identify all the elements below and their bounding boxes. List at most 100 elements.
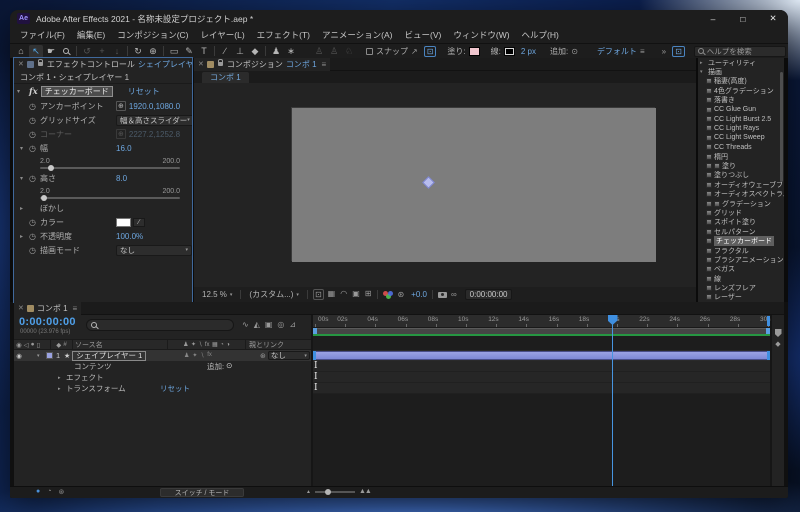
effect-expander-icon[interactable]: ▾ (17, 88, 26, 95)
effects-list-item[interactable]: 楕円 (698, 152, 784, 161)
menu-item-1[interactable]: ファイル(F) (14, 29, 71, 41)
menu-item-5[interactable]: エフェクト(T) (251, 29, 316, 41)
eyedropper-icon[interactable]: ∕ (133, 218, 145, 227)
layer-name[interactable]: シェイプレイヤー 1 (72, 351, 146, 361)
slider-track[interactable] (40, 197, 180, 199)
effects-list-item[interactable]: ベガス (698, 265, 784, 274)
close-tab-icon[interactable]: ✕ (18, 60, 24, 68)
timeline-search-box[interactable] (86, 319, 234, 331)
snap-align-icon[interactable]: ↗ (411, 47, 418, 56)
fill-color-swatch[interactable] (469, 47, 480, 56)
menu-item-7[interactable]: ビュー(V) (399, 29, 448, 41)
effects-list-item[interactable]: オーディオスペクトラム (698, 189, 784, 198)
expander-icon[interactable]: ▸ (58, 375, 66, 381)
layer-shy-icon[interactable]: ♟ (184, 352, 189, 359)
effects-list-item[interactable]: チェッカーボード (698, 236, 784, 245)
expander-icon[interactable]: ▾ (20, 145, 29, 152)
effects-list-item[interactable]: 稲妻(高度) (698, 77, 784, 86)
toolbar-overflow-chevron[interactable]: » (662, 47, 666, 56)
property-value[interactable]: 8.0 (116, 174, 127, 183)
effects-list-item[interactable]: セルパターン (698, 227, 784, 236)
region-of-interest-icon[interactable]: ▣ (351, 289, 361, 300)
close-tab-icon[interactable]: ✕ (18, 304, 24, 312)
layer-quality-icon[interactable]: ∖ (200, 352, 204, 359)
frame-blending-icon[interactable]: ▣ (265, 320, 273, 329)
property-time-row[interactable]: I (313, 361, 770, 372)
brush-tool[interactable]: ∕ (218, 45, 232, 58)
menu-item-8[interactable]: ウィンドウ(W) (447, 29, 515, 41)
layer-fx-icon[interactable]: fx (207, 352, 212, 359)
type-tool[interactable]: T (197, 45, 211, 58)
effects-list-item[interactable]: CC Threads (698, 143, 784, 152)
pickwhip-icon[interactable]: ⊛ (260, 352, 266, 360)
magnification-select[interactable]: 12.5 % ▾ (199, 289, 235, 300)
effects-list-item[interactable]: フラクタル (698, 246, 784, 255)
live-update-icon[interactable]: ● (36, 488, 40, 496)
effects-group-1[interactable]: ▸ユーティリティ (698, 58, 784, 67)
stroke-width-value[interactable]: 2 px (521, 47, 536, 56)
effects-group-2[interactable]: ▾描画 (698, 67, 784, 76)
effects-list-item[interactable]: 線 (698, 274, 784, 283)
draft-3d-icon[interactable]: ◭ (254, 320, 260, 329)
lock-icon[interactable] (218, 62, 223, 66)
anchor-crosshair-icon[interactable]: ⊕ (116, 101, 126, 111)
comp-marker-bin-icon[interactable] (775, 329, 782, 337)
frame-blending-toggle-icon[interactable]: ◔ (47, 488, 51, 496)
effect-reset-link[interactable]: リセット (128, 86, 160, 97)
effects-list-item[interactable]: CC Light Rays (698, 124, 784, 133)
reset-link[interactable]: リセット (160, 383, 190, 394)
close-tab-icon[interactable]: ✕ (198, 60, 204, 68)
quality-column-icon[interactable]: ∖ (199, 341, 203, 348)
fx-badge-icon[interactable]: fx (29, 87, 38, 97)
property-time-row[interactable]: I (313, 372, 770, 383)
add-target-icon[interactable]: ⊙ (571, 47, 578, 56)
effects-list-item[interactable]: オーディオウェーブフォーム (698, 180, 784, 189)
stroke-color-swatch[interactable] (504, 47, 515, 56)
rotation-tool[interactable]: ↻ (131, 45, 145, 58)
effects-list-item[interactable]: レーザー (698, 293, 784, 302)
expander-icon[interactable]: ▸ (58, 386, 66, 392)
property-value[interactable]: 100.0% (116, 232, 143, 241)
group-expander-icon[interactable]: ▾ (700, 69, 706, 75)
layer-duration-bar[interactable] (313, 351, 770, 360)
collapse-column-icon[interactable]: ✦ (191, 341, 196, 348)
eye-column-icon[interactable]: ◉ (16, 341, 22, 349)
comp-timecode[interactable]: 0:00:00:00 (465, 289, 513, 300)
shy-column-icon[interactable]: ♟ (183, 341, 188, 348)
add-property-control[interactable]: 追加:⊙ (207, 361, 232, 372)
effects-list-item[interactable]: グリッド (698, 208, 784, 217)
layer-row[interactable]: ◉ ▾ 1 ★ シェイプレイヤー 1 ♟ ✦ ∖ fx (14, 350, 311, 361)
rectangle-tool[interactable]: ▭ (167, 45, 181, 58)
label-column-icon[interactable]: ◆ (56, 341, 61, 349)
effects-list-item[interactable]: 4色グラデーション (698, 86, 784, 95)
layer-eye-icon[interactable]: ◉ (14, 352, 24, 360)
property-value[interactable]: 1920.0,1080.0 (129, 102, 180, 111)
tab-timeline-comp1[interactable]: ✕ コンポ 1 ≡ (14, 302, 81, 315)
tab-composition[interactable]: ✕ コンポジション コンポ 1 ≡ (194, 58, 330, 71)
3d-column-icon[interactable]: ◑ (226, 342, 230, 348)
lock-icon[interactable] (38, 62, 43, 66)
property-value[interactable]: 16.0 (116, 144, 132, 153)
stopwatch-icon[interactable]: ◷ (29, 174, 40, 183)
work-area-bar[interactable] (313, 328, 770, 336)
minimize-button[interactable]: – (698, 10, 728, 27)
effects-scrollbar[interactable] (780, 72, 783, 182)
menu-item-6[interactable]: アニメーション(A) (316, 29, 399, 41)
motion-blur-icon[interactable]: ◎ (277, 320, 284, 329)
source-name-column[interactable]: ソース名 (72, 340, 167, 349)
property-row[interactable]: ▸エフェクト (14, 372, 311, 383)
switches-modes-button[interactable]: スイッチ / モード (160, 488, 244, 497)
effect-name-chip[interactable]: チェッカーボード (41, 86, 113, 97)
layer-collapse-icon[interactable]: ✦ (192, 352, 197, 359)
slider-knob[interactable] (48, 165, 54, 171)
effects-list-item[interactable]: CC Light Sweep (698, 133, 784, 142)
current-timecode[interactable]: 0:00:00:00 (19, 316, 76, 328)
motion-blur-toggle-icon[interactable]: ⊛ (58, 488, 64, 496)
zoom-tool[interactable] (59, 45, 73, 58)
puppet-pin-tool[interactable]: ∗ (284, 45, 298, 58)
effects-list-item[interactable]: CC Light Burst 2.5 (698, 114, 784, 123)
zoom-in-mountain-icon[interactable]: ▲▲ (359, 488, 371, 495)
expander-icon[interactable]: ▸ (20, 205, 29, 212)
motion-blur-column-icon[interactable]: ◔ (220, 342, 224, 348)
transparency-grid-icon[interactable]: ▦ (327, 289, 337, 300)
